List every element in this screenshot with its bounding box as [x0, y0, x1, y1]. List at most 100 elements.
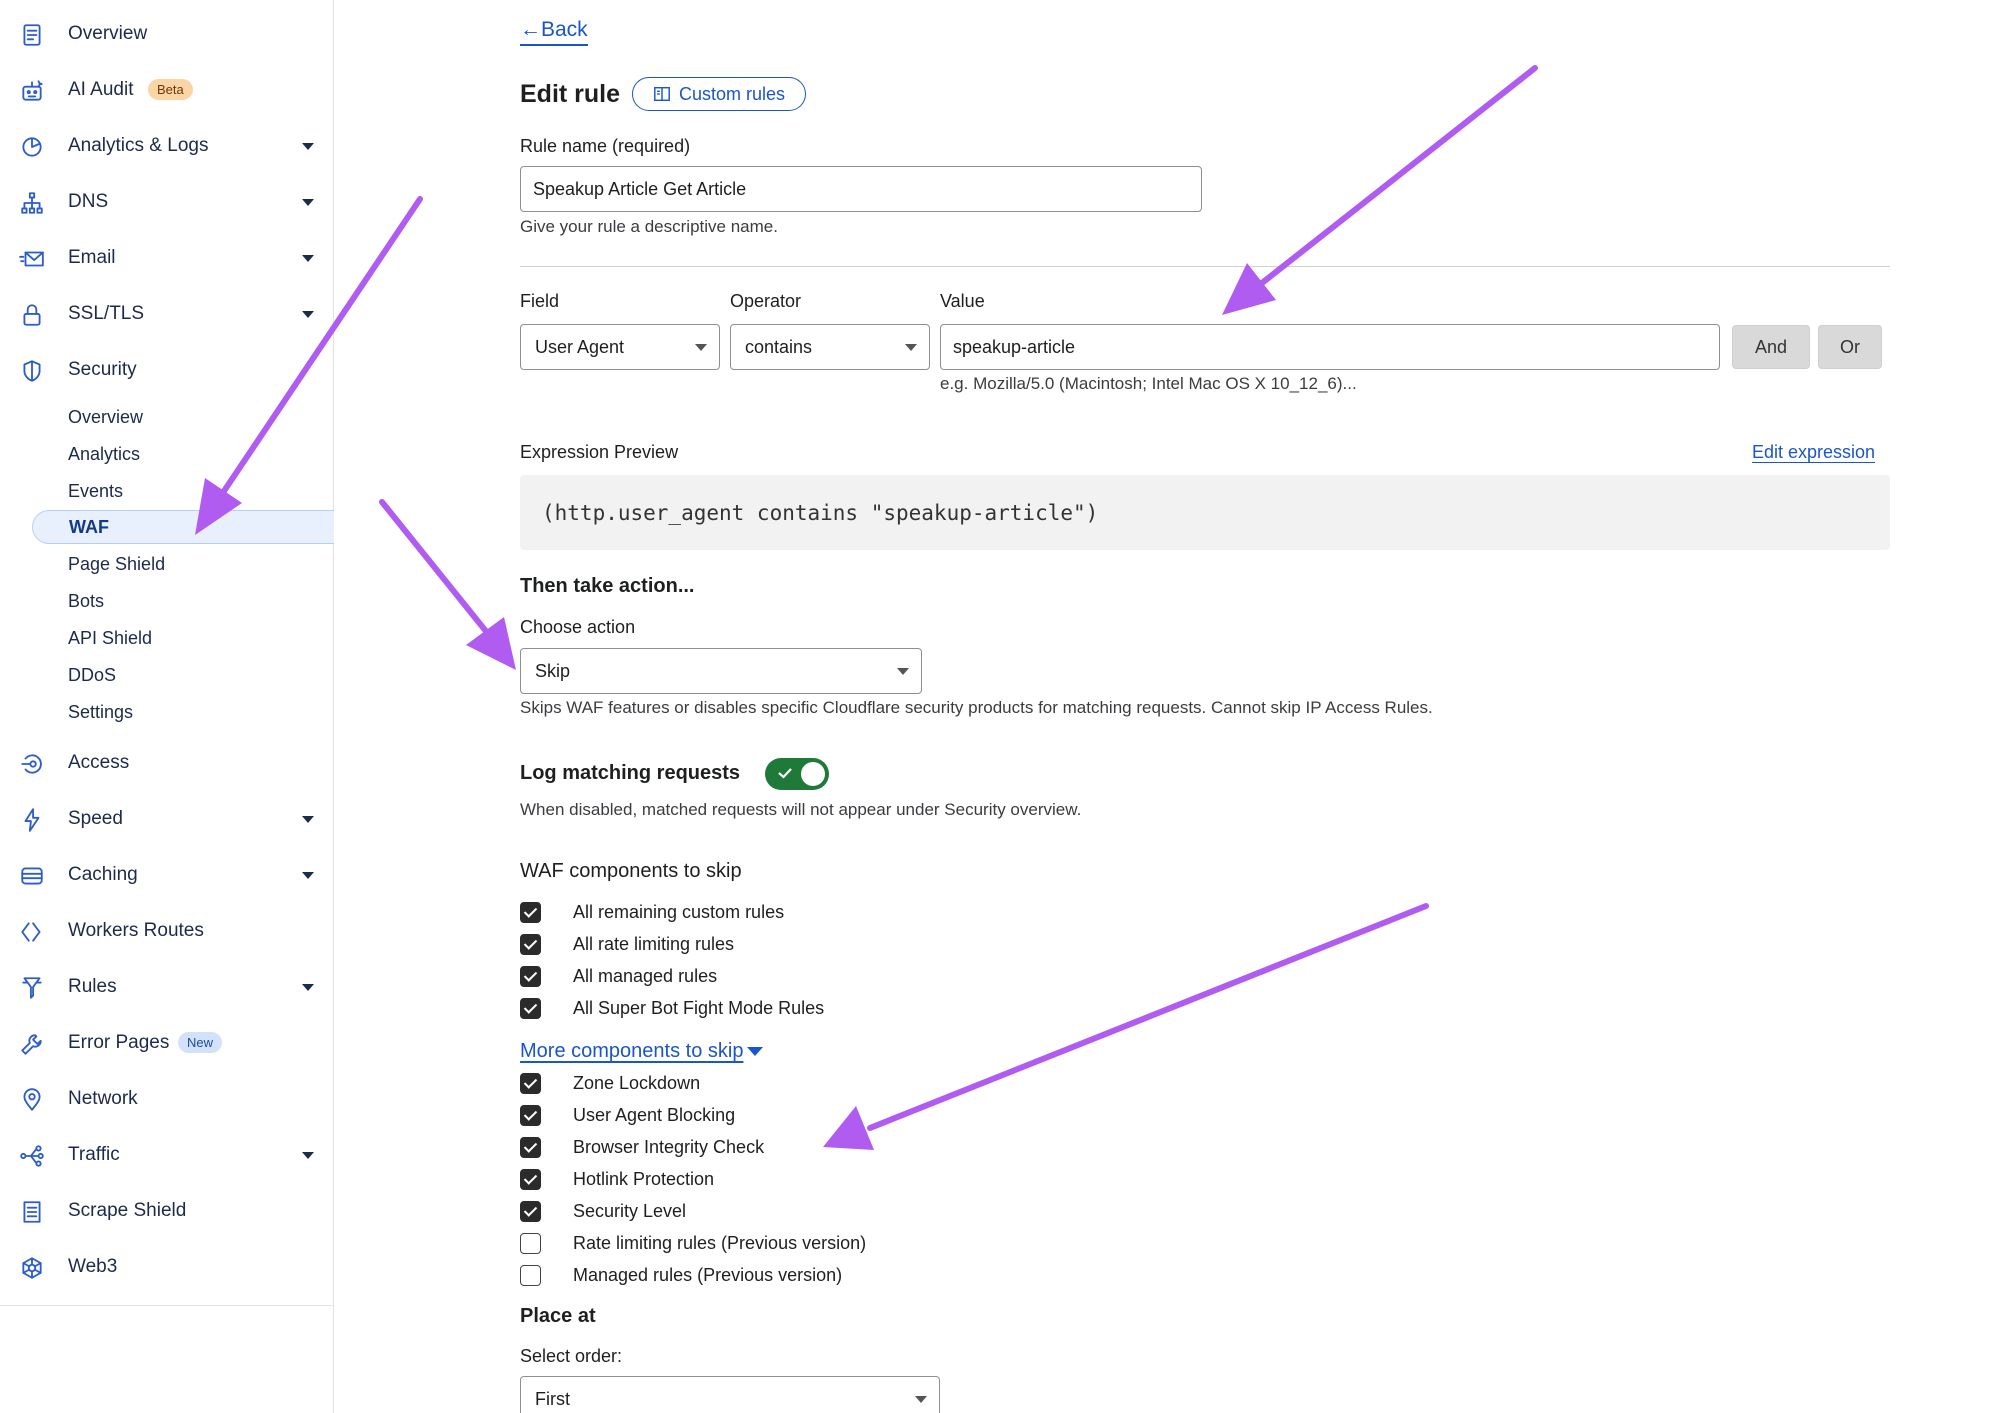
value-input[interactable]: speakup-article: [940, 324, 1720, 370]
checkbox-all-managed-rules[interactable]: [520, 965, 541, 987]
back-link[interactable]: ←Back: [520, 18, 588, 46]
funnel-icon: [19, 975, 45, 1001]
action-select[interactable]: Skip: [520, 648, 922, 694]
sidebar-item-error-pages[interactable]: Error Pages New: [0, 1021, 334, 1065]
sidebar-item-dns[interactable]: DNS: [0, 180, 334, 224]
sidebar-item-label: Scrape Shield: [68, 1200, 187, 1221]
expression-preview-code: (http.user_agent contains "speakup-artic…: [520, 475, 1890, 550]
then-take-action-heading: Then take action...: [520, 575, 695, 597]
sidebar-item-scrape-shield[interactable]: Scrape Shield: [0, 1189, 334, 1233]
checkbox-user-agent-blocking[interactable]: [520, 1104, 541, 1126]
field-select[interactable]: User Agent: [520, 324, 720, 370]
sidebar-item-label: Network: [68, 1088, 138, 1109]
sidebar-item-label: Access: [68, 752, 130, 773]
toggle-knob: [801, 762, 825, 786]
list-item: Zone Lockdown: [520, 1069, 700, 1097]
checkbox-security-level[interactable]: [520, 1200, 541, 1222]
lightning-icon: [19, 807, 45, 833]
sidebar-item-label: SSL/TLS: [68, 303, 145, 324]
operator-select[interactable]: contains: [730, 324, 930, 370]
log-matching-help: When disabled, matched requests will not…: [520, 800, 1082, 819]
list-item: User Agent Blocking: [520, 1101, 735, 1129]
checkbox-all-super-bot-fight-mode-rules[interactable]: [520, 997, 541, 1019]
sidebar-item-overview[interactable]: Overview: [0, 12, 334, 56]
sidebar-item-web3[interactable]: Web3: [0, 1245, 334, 1289]
sidebar-item-label: AI Audit: [68, 79, 134, 100]
sidebar-item-label: Rules: [68, 976, 117, 997]
operator-label: Operator: [730, 291, 802, 311]
sidebar-item-label: Traffic: [68, 1144, 120, 1165]
select-order-label: Select order:: [520, 1346, 623, 1366]
sidebar-item-analytics-logs[interactable]: Analytics & Logs: [0, 124, 334, 168]
checkbox-hotlink-protection[interactable]: [520, 1168, 541, 1190]
sidebar-subitem-waf[interactable]: WAF: [32, 510, 334, 544]
section-divider: [520, 266, 1890, 267]
waf-components-list: All remaining custom rules All rate limi…: [520, 898, 1420, 1019]
sidebar-item-caching[interactable]: Caching: [0, 853, 334, 897]
shield-icon: [19, 358, 45, 384]
sidebar-item-network[interactable]: Network: [0, 1077, 334, 1121]
sidebar-item-label: Workers Routes: [68, 920, 204, 941]
sidebar-subitem-overview[interactable]: Overview: [68, 400, 143, 434]
clipboard-icon: [19, 22, 45, 48]
sidebar-subitem-ddos[interactable]: DDoS: [68, 658, 116, 692]
rule-name-label: Rule name (required): [520, 136, 691, 156]
chevron-down-icon[interactable]: [302, 984, 314, 991]
checkbox-managed-rules-previous[interactable]: [520, 1264, 541, 1286]
sidebar-item-rules[interactable]: Rules: [0, 965, 334, 1009]
sidebar-item-ai-audit[interactable]: AI Audit Beta: [0, 68, 334, 112]
or-button[interactable]: Or: [1818, 325, 1882, 369]
choose-action-label: Choose action: [520, 617, 636, 637]
sidebar-subitem-settings[interactable]: Settings: [68, 695, 133, 729]
order-select[interactable]: First: [520, 1376, 940, 1413]
sidebar-item-speed[interactable]: Speed: [0, 797, 334, 841]
checkbox-all-rate-limiting-rules[interactable]: [520, 933, 541, 955]
checkbox-zone-lockdown[interactable]: [520, 1072, 541, 1094]
sidebar-item-workers-routes[interactable]: Workers Routes: [0, 909, 334, 953]
sidebar-item-ssl-tls[interactable]: SSL/TLS: [0, 292, 334, 336]
pie-chart-icon: [19, 134, 45, 160]
chevron-down-icon[interactable]: [302, 199, 314, 206]
sidebar-item-access[interactable]: Access: [0, 741, 334, 785]
location-pin-icon: [19, 1087, 45, 1113]
new-badge: New: [178, 1032, 223, 1053]
checkbox-browser-integrity-check[interactable]: [520, 1136, 541, 1158]
list-item: All Super Bot Fight Mode Rules: [520, 994, 824, 1022]
value-label: Value: [940, 291, 985, 311]
chevron-down-icon[interactable]: [302, 872, 314, 879]
server-stack-icon: [19, 863, 45, 889]
rule-name-input[interactable]: Speakup Article Get Article: [520, 166, 1202, 212]
sidebar-subitem-events[interactable]: Events: [68, 474, 123, 508]
custom-rules-button[interactable]: Custom rules: [632, 77, 807, 111]
log-matching-toggle[interactable]: [765, 758, 829, 790]
chevron-down-icon[interactable]: [302, 311, 314, 318]
chevron-down-icon: [897, 668, 909, 675]
sidebar-subitem-bots[interactable]: Bots: [68, 584, 104, 618]
chevron-down-icon[interactable]: [302, 1152, 314, 1159]
more-components-toggle[interactable]: More components to skip: [520, 1040, 764, 1063]
rule-name-help: Give your rule a descriptive name.: [520, 217, 778, 236]
sidebar-item-security[interactable]: Security: [0, 348, 334, 392]
log-matching-label: Log matching requests: [520, 762, 741, 784]
sidebar: Overview AI Audit Beta Analytics & Logs …: [0, 0, 334, 1413]
checkbox-all-remaining-custom-rules[interactable]: [520, 901, 541, 923]
and-button[interactable]: And: [1732, 325, 1810, 369]
sidebar-item-email[interactable]: Email: [0, 236, 334, 280]
sidebar-subitem-api-shield[interactable]: API Shield: [68, 621, 152, 655]
edit-expression-link[interactable]: Edit expression: [1752, 442, 1875, 463]
wrench-icon: [19, 1031, 45, 1057]
chevron-down-icon[interactable]: [302, 816, 314, 823]
sidebar-subitem-page-shield[interactable]: Page Shield: [68, 547, 165, 581]
list-item: Browser Integrity Check: [520, 1133, 764, 1161]
checkbox-rate-limiting-rules-previous[interactable]: [520, 1232, 541, 1254]
list-item: Managed rules (Previous version): [520, 1261, 842, 1289]
access-icon: [19, 751, 45, 777]
page-title: Edit rule: [520, 80, 621, 108]
annotation-arrow-action: [379, 499, 516, 670]
chevron-down-icon[interactable]: [302, 255, 314, 262]
chevron-down-icon[interactable]: [302, 143, 314, 150]
sidebar-item-traffic[interactable]: Traffic: [0, 1133, 334, 1177]
beta-badge: Beta: [148, 79, 193, 100]
chevron-down-icon: [695, 344, 707, 351]
sidebar-subitem-analytics[interactable]: Analytics: [68, 437, 140, 471]
